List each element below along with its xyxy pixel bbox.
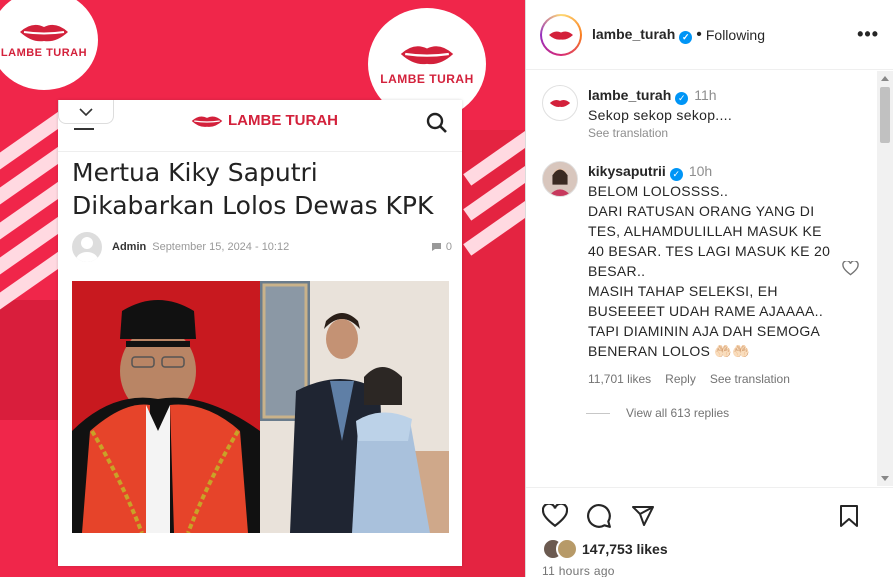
lips-logo-icon <box>191 115 223 127</box>
comment-actions: 11,701 likes Reply See translation <box>588 369 848 389</box>
poster-username-text: lambe_turah <box>592 25 676 42</box>
menu-icon <box>74 128 94 130</box>
photo-couple <box>260 281 449 533</box>
logo-text: LAMBE TURAH <box>0 47 88 59</box>
avatar-photo <box>543 162 577 196</box>
caption-time[interactable]: 11h <box>694 87 716 103</box>
collapse-tab <box>58 100 114 124</box>
post-side-panel: lambe_turah ✓ • Following ••• lambe_turah… <box>525 0 893 577</box>
share-button[interactable] <box>630 504 656 528</box>
article-site-logo: LAMBE TURAH <box>190 112 338 129</box>
article-date: September 15, 2024 - 10:12 <box>152 241 290 253</box>
comment-username[interactable]: kikysaputrii <box>588 163 666 179</box>
article-meta: Admin September 15, 2024 - 10:12 0 <box>72 232 452 262</box>
chevron-down-icon <box>79 107 93 116</box>
scroll-down-arrow[interactable] <box>881 476 889 481</box>
comments-list[interactable]: lambe_turah ✓ 11h Sekop sekop sekop.... Se… <box>526 71 878 486</box>
lips-logo-icon <box>549 99 571 107</box>
verified-icon: ✓ <box>669 168 683 181</box>
verified-icon: ✓ <box>675 92 689 105</box>
lips-logo-icon <box>549 30 573 40</box>
view-replies[interactable]: View all 613 replies <box>586 406 729 420</box>
comment-body: kikysaputrii ✓ 10h BELOM LOLOSSSS.. DARI R… <box>588 161 848 389</box>
article-headline: Mertua Kiky Saputri Dikabarkan Lolos Dew… <box>72 158 434 220</box>
comment-line: MASIH TAHAP SELEKSI, EH <box>588 283 778 299</box>
caption: lambe_turah ✓ 11h Sekop sekop sekop.... Se… <box>542 85 848 141</box>
comment-line: BELOM LOLOSSSS.. <box>588 183 729 199</box>
logo-text: LAMBE TURAH <box>380 72 474 86</box>
caption-body: lambe_turah ✓ 11h Sekop sekop sekop.... Se… <box>588 85 848 141</box>
comment-line: BENERAN LOLOS 🤲🏻🤲🏻 <box>588 343 750 359</box>
article-author: Admin <box>112 241 147 253</box>
article-photo <box>72 281 449 533</box>
post-likes[interactable]: 147,753 likes <box>542 538 668 560</box>
comment-count-value: 0 <box>445 241 452 253</box>
user-icon <box>76 237 98 262</box>
caption-see-translation[interactable]: See translation <box>588 125 848 141</box>
commenter-avatar[interactable] <box>542 161 578 197</box>
post-header: lambe_turah ✓ • Following ••• <box>526 0 893 70</box>
article-site-name: LAMBE TURAH <box>228 112 338 129</box>
post-timestamp[interactable]: 11 hours ago <box>542 564 615 577</box>
brand-logo-badge: LAMBE TURAH <box>0 0 98 90</box>
comment-line: 40 BESAR. TES LAGI MASUK KE 20 <box>588 243 831 259</box>
lips-logo-icon <box>20 24 68 42</box>
verified-icon: ✓ <box>679 30 693 44</box>
more-icon[interactable]: ••• <box>857 24 879 45</box>
liker-avatar <box>556 538 578 560</box>
lips-logo-icon <box>400 46 454 65</box>
comment-bubble-icon <box>431 243 441 251</box>
comments-scrollbar[interactable] <box>877 71 893 486</box>
author-avatar <box>72 232 102 262</box>
comment-time[interactable]: 10h <box>689 163 712 179</box>
comment-line: TAPI DIAMININ AJA DAH SEMOGA <box>588 323 821 339</box>
header-separator: • <box>696 25 702 43</box>
view-replies-label: View all 613 replies <box>626 406 730 420</box>
like-button[interactable] <box>542 503 568 528</box>
bookmark-icon <box>840 504 858 527</box>
comment-line: BESAR.. <box>588 263 646 279</box>
like-comment-heart-icon[interactable] <box>842 261 859 276</box>
article-card: LAMBE TURAH Mertua Kiky Saputri Dikabark… <box>58 100 462 566</box>
scroll-up-arrow[interactable] <box>881 76 889 81</box>
caption-username[interactable]: lambe_turah <box>588 87 671 103</box>
photo-judge <box>72 281 260 533</box>
replies-divider <box>586 412 610 414</box>
caption-text: Sekop sekop sekop.... <box>588 107 733 123</box>
comment-line: DARI RATUSAN ORANG YANG DI <box>588 203 815 219</box>
comment-button[interactable] <box>586 503 612 529</box>
scroll-thumb[interactable] <box>880 87 890 143</box>
poster-avatar[interactable] <box>540 13 582 56</box>
post-image[interactable]: LAMBE TURAH LAMBE TURAH LAMBE TURAH Mert… <box>0 0 525 577</box>
likes-count: 147,753 likes <box>582 541 668 557</box>
following-button[interactable]: Following <box>706 27 765 43</box>
caption-avatar[interactable] <box>542 85 578 121</box>
comment-likes[interactable]: 11,701 likes <box>588 369 651 389</box>
save-button[interactable] <box>838 504 860 528</box>
share-icon <box>632 505 654 526</box>
heart-icon <box>542 503 568 527</box>
poster-username[interactable]: lambe_turah ✓ <box>592 25 693 44</box>
article-comment-count: 0 <box>431 241 452 253</box>
search-icon <box>426 112 447 133</box>
comment-line: TES, ALHAMDULILLAH MASUK KE <box>588 223 822 239</box>
comment-line: BUSEEEET UDAH RAME AJAAAA.. <box>588 303 824 319</box>
reply-button[interactable]: Reply <box>665 369 696 389</box>
post-actions <box>526 487 893 543</box>
comment-icon <box>587 503 611 528</box>
comment-see-translation[interactable]: See translation <box>710 369 790 389</box>
comment-item: kikysaputrii ✓ 10h BELOM LOLOSSSS.. DARI R… <box>542 161 848 389</box>
